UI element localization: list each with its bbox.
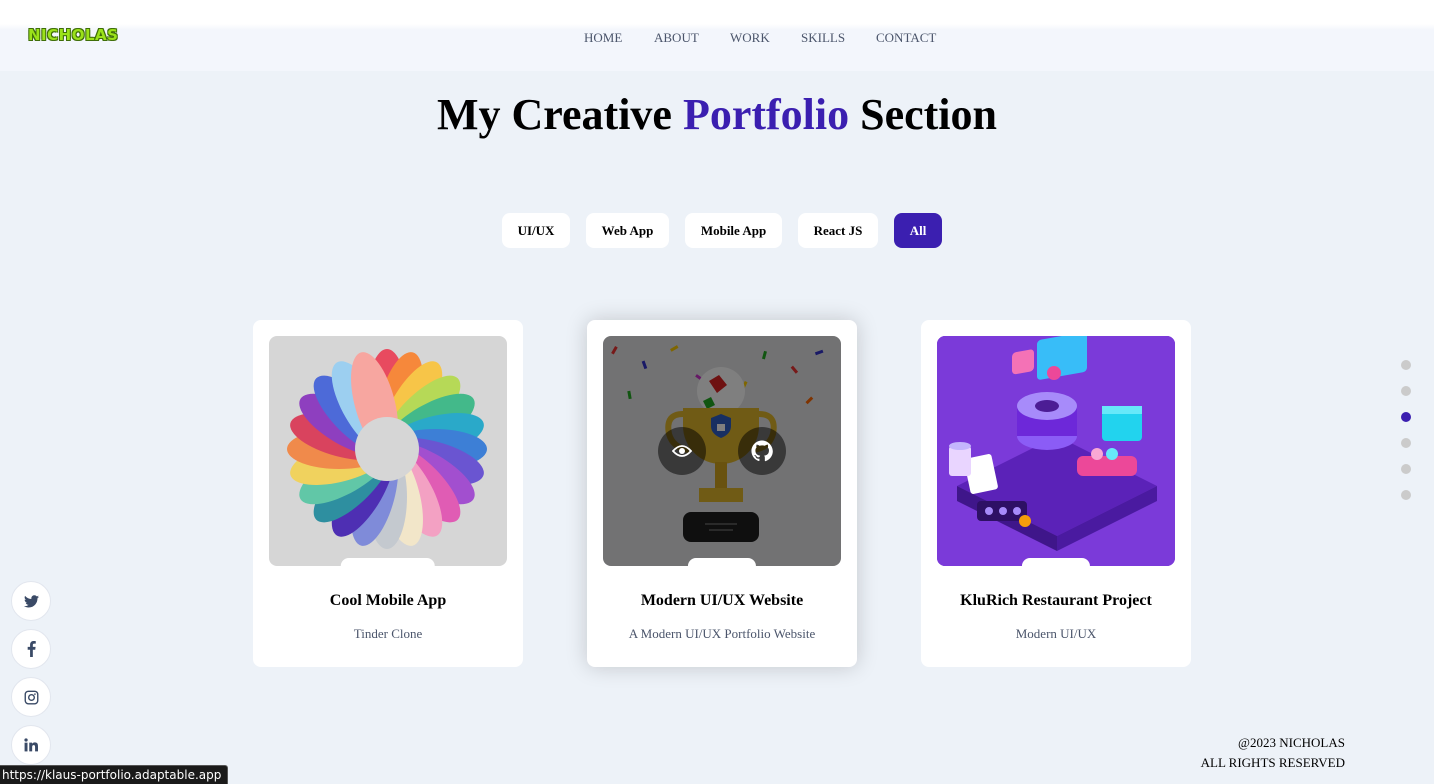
section-dot-skills[interactable] [1401,438,1411,448]
twitter-icon [23,594,39,607]
section-dots [1401,360,1411,516]
card-description: Tinder Clone [353,626,423,641]
card-description: Modern UI/UX [1015,626,1097,641]
rights-line: ALL RIGHTS RESERVED [1200,755,1345,770]
github-icon [751,440,773,462]
linkedin-link[interactable] [11,725,51,765]
section-dot-testimonials[interactable] [1401,464,1411,474]
navbar: NICHOLAS HOME ABOUT WORK SKILLS CONTACT [0,0,1434,71]
section-dot-work[interactable] [1401,412,1411,422]
github-button[interactable] [738,427,786,475]
nav-home[interactable]: HOME [584,30,654,46]
title-part1: My Creative [436,90,683,139]
page-title: My Creative Portfolio Section [0,89,1434,140]
portfolio-card[interactable]: Mobile App Cool Mobile App Tinder Clone [253,320,523,667]
filter-react-js[interactable]: React JS [798,213,878,248]
instagram-link[interactable] [11,677,51,717]
title-accent: Portfolio [682,90,850,139]
filter-mobile-app[interactable]: Mobile App [685,213,782,248]
nav-skills[interactable]: SKILLS [801,30,876,46]
logo[interactable]: NICHOLAS [28,26,118,44]
facebook-icon [27,641,36,657]
nav-about[interactable]: ABOUT [654,30,730,46]
isometric-scene-graphic [937,336,1175,566]
card-title: Modern UI/UX Website [640,592,804,609]
filter-all[interactable]: All [894,213,942,248]
filter-uiux[interactable]: UI/UX [502,213,570,248]
filter-web-app[interactable]: Web App [586,213,669,248]
card-title: Cool Mobile App [329,592,447,609]
rainbow-ring-graphic [287,349,487,549]
section-dot-about[interactable] [1401,386,1411,396]
copyright-line: @2023 NICHOLAS [1238,735,1345,750]
isometric-purple-tech-image[interactable]: UI/UX [937,336,1175,566]
twitter-link[interactable] [11,581,51,621]
linkedin-icon [24,738,38,752]
nav-work[interactable]: WORK [730,30,801,46]
portfolio-card[interactable]: UI/UX Modern UI/UX Website A Modern UI/U… [587,320,857,667]
view-button[interactable] [658,427,706,475]
instagram-icon [24,690,38,704]
card-title: KluRich Restaurant Project [960,592,1152,609]
nav-links: HOME ABOUT WORK SKILLS CONTACT [584,30,936,46]
filter-bar: UI/UX Web App Mobile App React JS All [502,213,958,248]
rainbow-swatch-ring-image[interactable]: Mobile App [269,336,507,566]
copyright: @2023 NICHOLAS ALL RIGHTS RESERVED [1201,733,1345,773]
social-links [11,581,51,773]
card-description: A Modern UI/UX Portfolio Website [628,626,816,641]
trophy-confetti-image[interactable]: UI/UX [603,336,841,566]
card-hover-overlay [603,336,841,566]
card-tag: UI/UX [687,558,757,566]
card-tag: Mobile App [340,558,436,566]
title-part2: Section [849,90,998,139]
nav-contact[interactable]: CONTACT [876,30,936,46]
portfolio-card[interactable]: UI/UX KluRich Restaurant Project Modern … [921,320,1191,667]
section-dot-contact[interactable] [1401,490,1411,500]
status-bar-url: https://klaus-portfolio.adaptable.app [0,765,229,784]
facebook-link[interactable] [11,629,51,669]
card-tag: UI/UX [1021,558,1091,566]
section-dot-home[interactable] [1401,360,1411,370]
eye-icon [672,445,692,457]
